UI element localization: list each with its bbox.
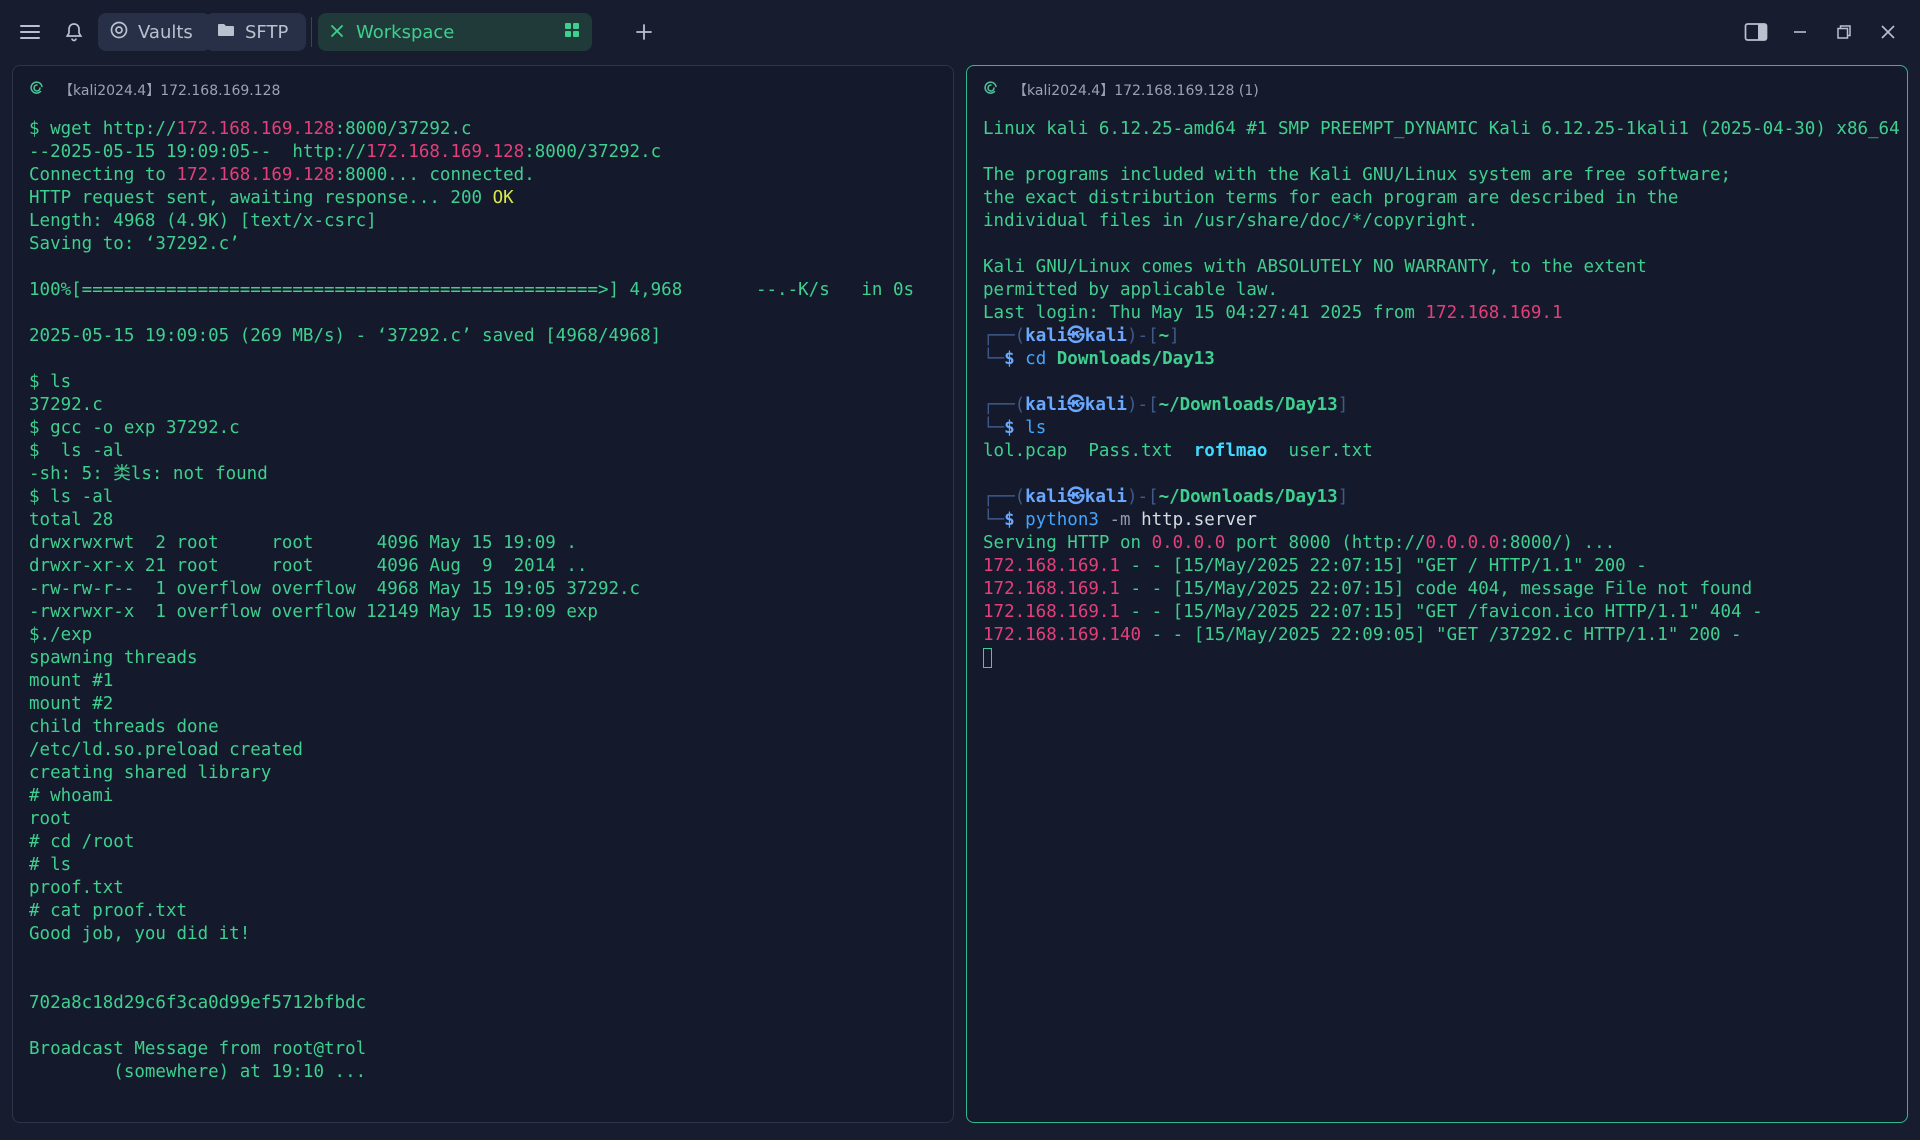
sftp-button[interactable]: SFTP bbox=[205, 13, 307, 51]
vaults-button[interactable]: Vaults bbox=[98, 13, 211, 51]
pane-header: 【kali2024.4】172.168.169.128 (1) bbox=[967, 66, 1907, 114]
restore-icon[interactable] bbox=[1826, 14, 1862, 50]
minimize-icon[interactable] bbox=[1782, 14, 1818, 50]
terminal-pane-left[interactable]: 【kali2024.4】172.168.169.128 $ wget http:… bbox=[12, 65, 954, 1123]
topbar-divider bbox=[311, 17, 312, 47]
window-controls bbox=[1738, 14, 1906, 50]
menu-icon[interactable] bbox=[12, 14, 48, 50]
top-bar: Vaults SFTP Workspace bbox=[0, 0, 1920, 64]
bell-icon[interactable] bbox=[56, 14, 92, 50]
terminal-pane-right[interactable]: 【kali2024.4】172.168.169.128 (1) Linux ka… bbox=[966, 65, 1908, 1123]
debian-swirl-icon bbox=[29, 80, 45, 100]
pane-header: 【kali2024.4】172.168.169.128 bbox=[13, 66, 953, 114]
vaults-label: Vaults bbox=[138, 21, 193, 43]
pane-title: 【kali2024.4】172.168.169.128 bbox=[59, 83, 281, 99]
grid-layout-icon[interactable] bbox=[564, 22, 580, 43]
flag-hash: 702a8c18d29c6f3ca0d99ef5712bfbdc bbox=[29, 993, 367, 1013]
debian-swirl-icon bbox=[983, 80, 999, 100]
tab-workspace[interactable]: Workspace bbox=[318, 13, 592, 51]
close-window-icon[interactable] bbox=[1870, 14, 1906, 50]
vaults-icon bbox=[110, 21, 128, 44]
terminal-output: $ wget http://172.168.169.128:8000/37292… bbox=[29, 119, 915, 1082]
pane-title: 【kali2024.4】172.168.169.128 (1) bbox=[1013, 83, 1259, 99]
plus-icon bbox=[636, 24, 652, 40]
terminal-output: Linux kali 6.12.25-amd64 #1 SMP PREEMPT_… bbox=[967, 114, 1907, 670]
sidebar-toggle-icon[interactable] bbox=[1738, 14, 1774, 50]
new-tab-button[interactable] bbox=[626, 14, 662, 50]
tab-workspace-label: Workspace bbox=[356, 21, 455, 43]
sftp-label: SFTP bbox=[245, 21, 289, 43]
folder-icon bbox=[217, 22, 235, 43]
terminal-cursor bbox=[983, 648, 992, 668]
close-icon[interactable] bbox=[330, 22, 344, 43]
